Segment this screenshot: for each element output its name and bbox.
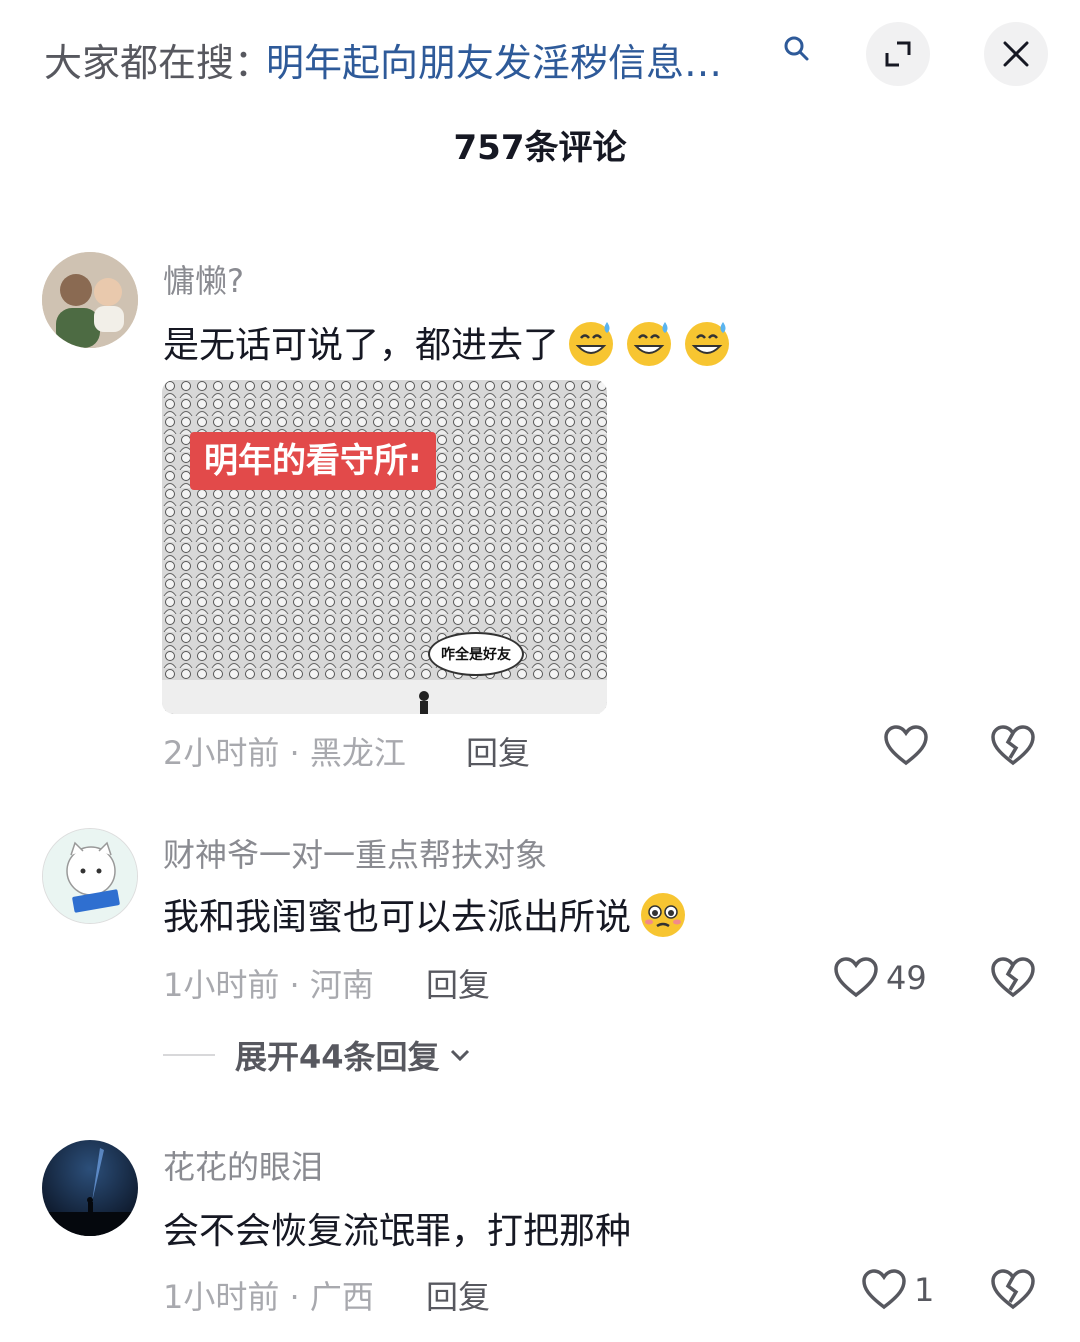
divider-line [163, 1054, 215, 1056]
broken-heart-icon[interactable] [989, 1266, 1037, 1314]
expand-button[interactable] [866, 22, 930, 86]
top-bar: 大家都在搜： 明年起向朋友发淫秽信息… [0, 0, 1080, 110]
grin-sweat-emoji [627, 322, 672, 366]
comment-count: 757条评论 [453, 128, 627, 168]
comment-meta: 1小时前 · 河南 [163, 966, 374, 1004]
username[interactable]: 财神爷一对一重点帮扶对象 [163, 830, 547, 876]
comment-text: 我和我闺蜜也可以去派出所说 [163, 888, 689, 940]
username[interactable]: 花花的眼泪 [163, 1142, 323, 1188]
like-count: 1 [914, 1271, 935, 1309]
expand-replies-label: 展开44条回复 [235, 1038, 440, 1076]
chevron-down-icon [450, 1049, 469, 1062]
reply-button[interactable]: 回复 [466, 728, 530, 774]
broken-heart-icon[interactable] [989, 722, 1037, 770]
avatar[interactable] [42, 828, 138, 924]
comment-meta: 2小时前 · 黑龙江 [163, 734, 406, 772]
comment-body: 是无话可说了，都进去了 [163, 325, 560, 366]
trending-search-link[interactable]: 明年起向朋友发淫秽信息… [266, 32, 756, 87]
comment-body: 我和我闺蜜也可以去派出所说 [163, 897, 632, 938]
comment-image[interactable]: 明年的看守所: 咋全是好友 [162, 380, 607, 714]
reply-button[interactable]: 回复 [426, 1272, 490, 1318]
heart-icon [884, 725, 928, 766]
like-button[interactable]: 1 [860, 1266, 934, 1314]
comment-body: 会不会恢复流氓罪，打把那种 [163, 1211, 632, 1252]
heart-icon [862, 1269, 906, 1310]
search-prefix: 大家都在搜： [44, 41, 273, 85]
comment-text: 是无话可说了，都进去了 [163, 316, 733, 368]
username[interactable]: 慵懒? [163, 256, 244, 302]
broken-heart-icon[interactable] [989, 954, 1037, 1002]
heart-icon [834, 957, 878, 998]
avatar[interactable] [42, 252, 138, 348]
close-button[interactable] [984, 22, 1048, 86]
avatar[interactable] [42, 1140, 138, 1236]
grin-sweat-emoji [685, 322, 730, 366]
image-banner-text: 明年的看守所: [190, 432, 436, 490]
comment-meta: 1小时前 · 广西 [163, 1278, 374, 1316]
pleading-emoji [641, 893, 686, 937]
expand-icon [885, 41, 911, 67]
grin-sweat-emoji [569, 322, 614, 366]
search-icon[interactable] [782, 34, 812, 64]
like-button[interactable] [882, 722, 930, 770]
comment-text: 会不会恢复流氓罪，打把那种 [163, 1202, 631, 1254]
reply-button[interactable]: 回复 [426, 960, 490, 1006]
like-button[interactable]: 49 [832, 954, 927, 1002]
image-speech-bubble: 咋全是好友 [428, 632, 524, 676]
like-count: 49 [886, 959, 927, 997]
close-icon [1003, 41, 1029, 67]
expand-replies-button[interactable]: 展开44条回复 [163, 1032, 474, 1078]
